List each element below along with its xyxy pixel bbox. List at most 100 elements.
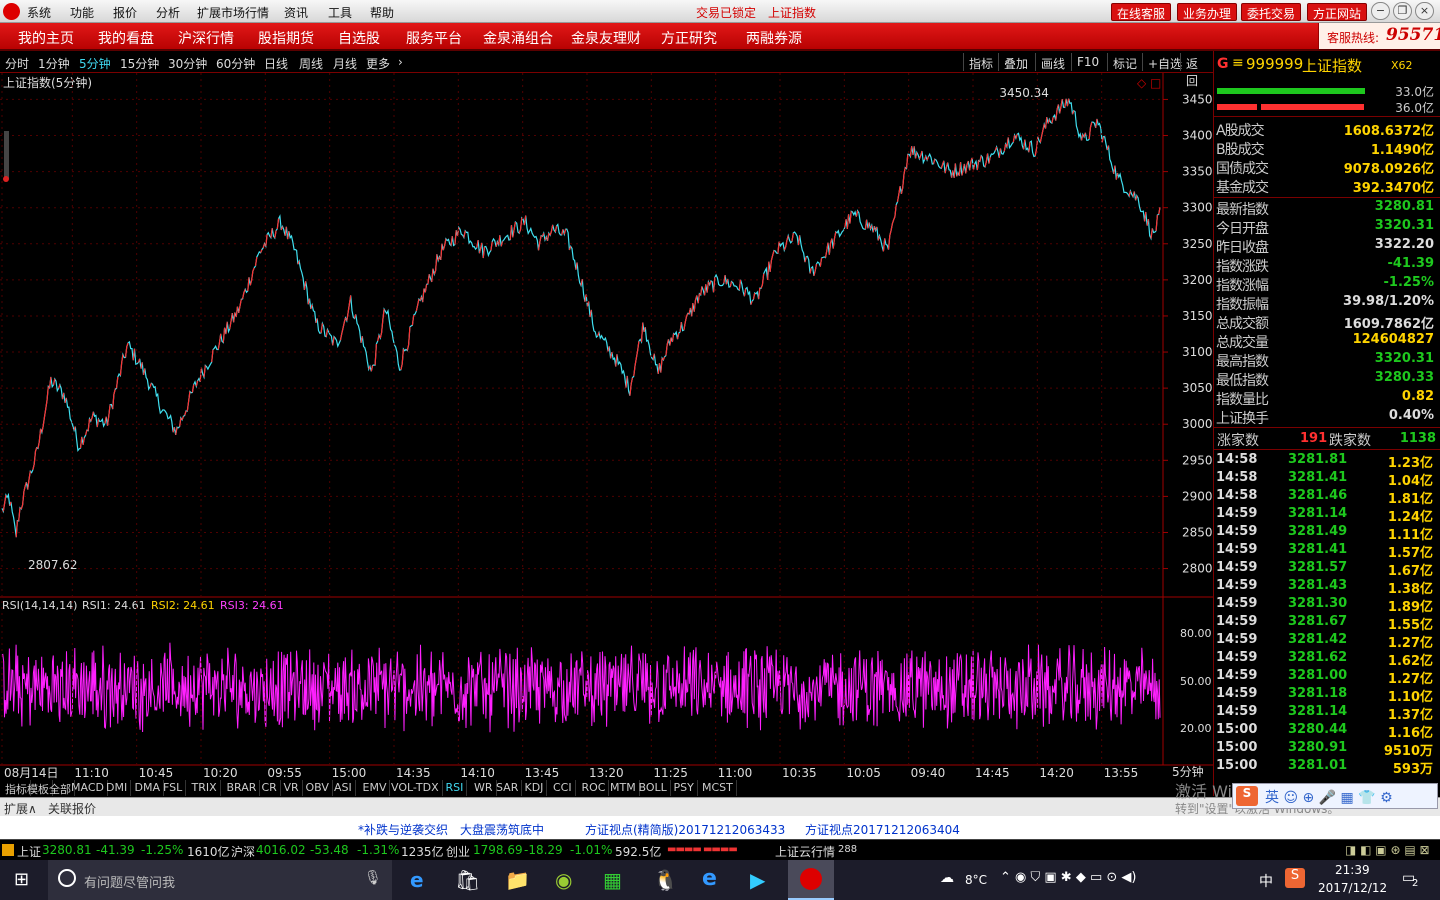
news-3[interactable]: 方证视点(精简版)20171212063433 [585,821,785,838]
chart-options-icon[interactable]: ◇ □ [1137,76,1161,90]
close-icon[interactable]: × [1415,2,1434,20]
period-month[interactable]: 月线 [333,55,357,72]
browser360-icon[interactable]: ◉ [555,868,572,892]
business-button[interactable]: 业务办理 [1177,3,1238,21]
related-quotes[interactable]: 关联报价 [48,800,96,817]
founder-app-icon[interactable] [800,868,822,890]
tool-draw[interactable]: 画线 [1035,53,1070,71]
menu-tools[interactable]: 工具 [328,4,352,21]
nav-service[interactable]: 服务平台 [406,28,462,48]
ime-toolbar[interactable]: S 英 ☺ ⊕ 🎤 ▦ 👕 ⚙ [1232,783,1438,809]
tool-overlay[interactable]: 叠加 [998,53,1033,71]
windows-start-icon[interactable]: ⊞ [14,869,29,890]
menu-help[interactable]: 帮助 [370,4,394,21]
tab-macd[interactable]: MACD [68,780,108,796]
period-1min[interactable]: 1分钟 [38,55,70,72]
period-tick[interactable]: 分时 [5,55,29,72]
scroll-knob-icon[interactable] [3,176,9,182]
sogou-tray-icon[interactable]: S [1285,868,1305,888]
founder-app-task[interactable] [788,860,834,900]
menu-lines-icon[interactable]: ≡ [1232,55,1244,71]
status-icons[interactable]: ◨ ◧ ▣ ⊛ ▤ ⊠ [1345,843,1430,857]
ime-tools-icon[interactable]: 英 ☺ ⊕ 🎤 ▦ 👕 ⚙ [1265,787,1393,807]
microphone-icon[interactable]: 🎙 [364,870,382,886]
ie-icon[interactable]: e [702,866,717,891]
expand-toggle[interactable]: 扩展∧ [4,800,37,817]
tab-psy[interactable]: PSY [671,780,698,796]
weather-icon[interactable]: ☁ [940,870,954,886]
period-60min[interactable]: 60分钟 [216,55,255,72]
tray-icons[interactable]: ⌃ ◉ ⛉ ▣ ✱ ◆ ▭ ⊙ ◀) [1000,870,1136,885]
tab-cci[interactable]: CCI [550,780,576,796]
menu-ext-market[interactable]: 扩展市场行情 [197,4,269,21]
tool-f10[interactable]: F10 [1071,53,1104,71]
cortana-icon[interactable] [58,869,76,887]
tool-back[interactable]: 返回 [1180,53,1213,88]
restore-icon[interactable]: ❐ [1393,2,1412,20]
tab-boll[interactable]: BOLL [636,780,671,796]
tab-obv[interactable]: OBV [303,780,333,796]
menu-analysis[interactable]: 分析 [156,4,180,21]
tab-cr[interactable]: CR [259,780,281,796]
nav-market[interactable]: 沪深行情 [178,28,234,48]
tab-rsi[interactable]: RSI [443,780,468,796]
nav-home[interactable]: 我的主页 [18,28,74,48]
video-icon[interactable]: ▶ [750,868,765,892]
store-icon[interactable]: 🛍 [455,868,480,892]
sh-amount: 1610亿 [187,845,230,859]
clock-time[interactable]: 21:39 [1335,863,1370,877]
minimize-icon[interactable]: − [1371,2,1390,20]
cloud-quote[interactable]: 上证云行情 [775,843,835,860]
tab-brar[interactable]: BRAR [224,780,261,796]
weather-temp[interactable]: 8°C [965,873,987,887]
nav-watch[interactable]: 我的看盘 [98,28,154,48]
nav-portfolio[interactable]: 金泉涌组合 [483,28,553,48]
search-box[interactable]: 有问题尽管问我 🎙 [48,860,392,900]
tool-indicator[interactable]: 指标 [963,53,998,71]
tab-asi[interactable]: ASI [331,780,356,796]
website-button[interactable]: 方正网站 [1307,3,1368,21]
period-more[interactable]: 更多 [366,55,390,72]
edge-icon[interactable]: e [410,868,424,892]
scroll-handle[interactable] [4,131,9,179]
period-5min[interactable]: 5分钟 [79,55,111,72]
qq-icon[interactable]: 🐧 [653,868,678,892]
nav-margin[interactable]: 两融券源 [746,28,802,48]
nav-research[interactable]: 方正研究 [661,28,717,48]
nav-finance[interactable]: 金泉友理财 [571,28,641,48]
tab-roc[interactable]: ROC [579,780,610,796]
sogou-icon[interactable]: S [1236,786,1258,806]
tab-mcst[interactable]: MCST [699,780,737,796]
trade-button[interactable]: 委托交易 [1241,3,1302,21]
kline-chart[interactable]: 上证指数(5分钟) ◇ □ 3450 3400 3350 3300 3250 3200 31… [0,73,1213,793]
chart-app-icon[interactable]: ▦ [603,868,622,892]
online-service-button[interactable]: 在线客服 [1111,3,1172,21]
tab-trix[interactable]: TRIX [189,780,221,796]
news-2[interactable]: 大盘震荡筑底中 [460,821,544,838]
period-15min[interactable]: 15分钟 [120,55,159,72]
tab-emv[interactable]: EMV [360,780,391,796]
folder-icon[interactable]: 📁 [505,868,530,892]
tab-sar[interactable]: SAR [493,780,523,796]
ime-indicator[interactable]: 中 [1259,871,1273,891]
chevron-right-icon[interactable]: › [398,55,403,69]
period-week[interactable]: 周线 [299,55,323,72]
cloud-number: 288 [838,844,858,855]
tab-fsl[interactable]: FSL [160,780,187,796]
tab-vol-tdx[interactable]: VOL-TDX [388,780,443,796]
tab-dmi[interactable]: DMI [103,780,132,796]
nav-favorites[interactable]: 自选股 [338,28,380,48]
period-day[interactable]: 日线 [264,55,288,72]
menu-info[interactable]: 资讯 [284,4,308,21]
tab-vr[interactable]: VR [281,780,303,796]
tab-kdj[interactable]: KDJ [522,780,548,796]
period-30min[interactable]: 30分钟 [168,55,207,72]
menu-system[interactable]: 系统 [27,4,51,21]
news-1[interactable]: *补跌与逆袭交织 [358,821,448,838]
menu-quote[interactable]: 报价 [113,4,137,21]
news-4[interactable]: 方证视点20171212063404 [805,821,960,838]
tool-mark[interactable]: 标记 [1107,53,1142,71]
clock-date[interactable]: 2017/12/12 [1318,881,1387,895]
menu-function[interactable]: 功能 [70,4,94,21]
nav-futures[interactable]: 股指期货 [258,28,314,48]
